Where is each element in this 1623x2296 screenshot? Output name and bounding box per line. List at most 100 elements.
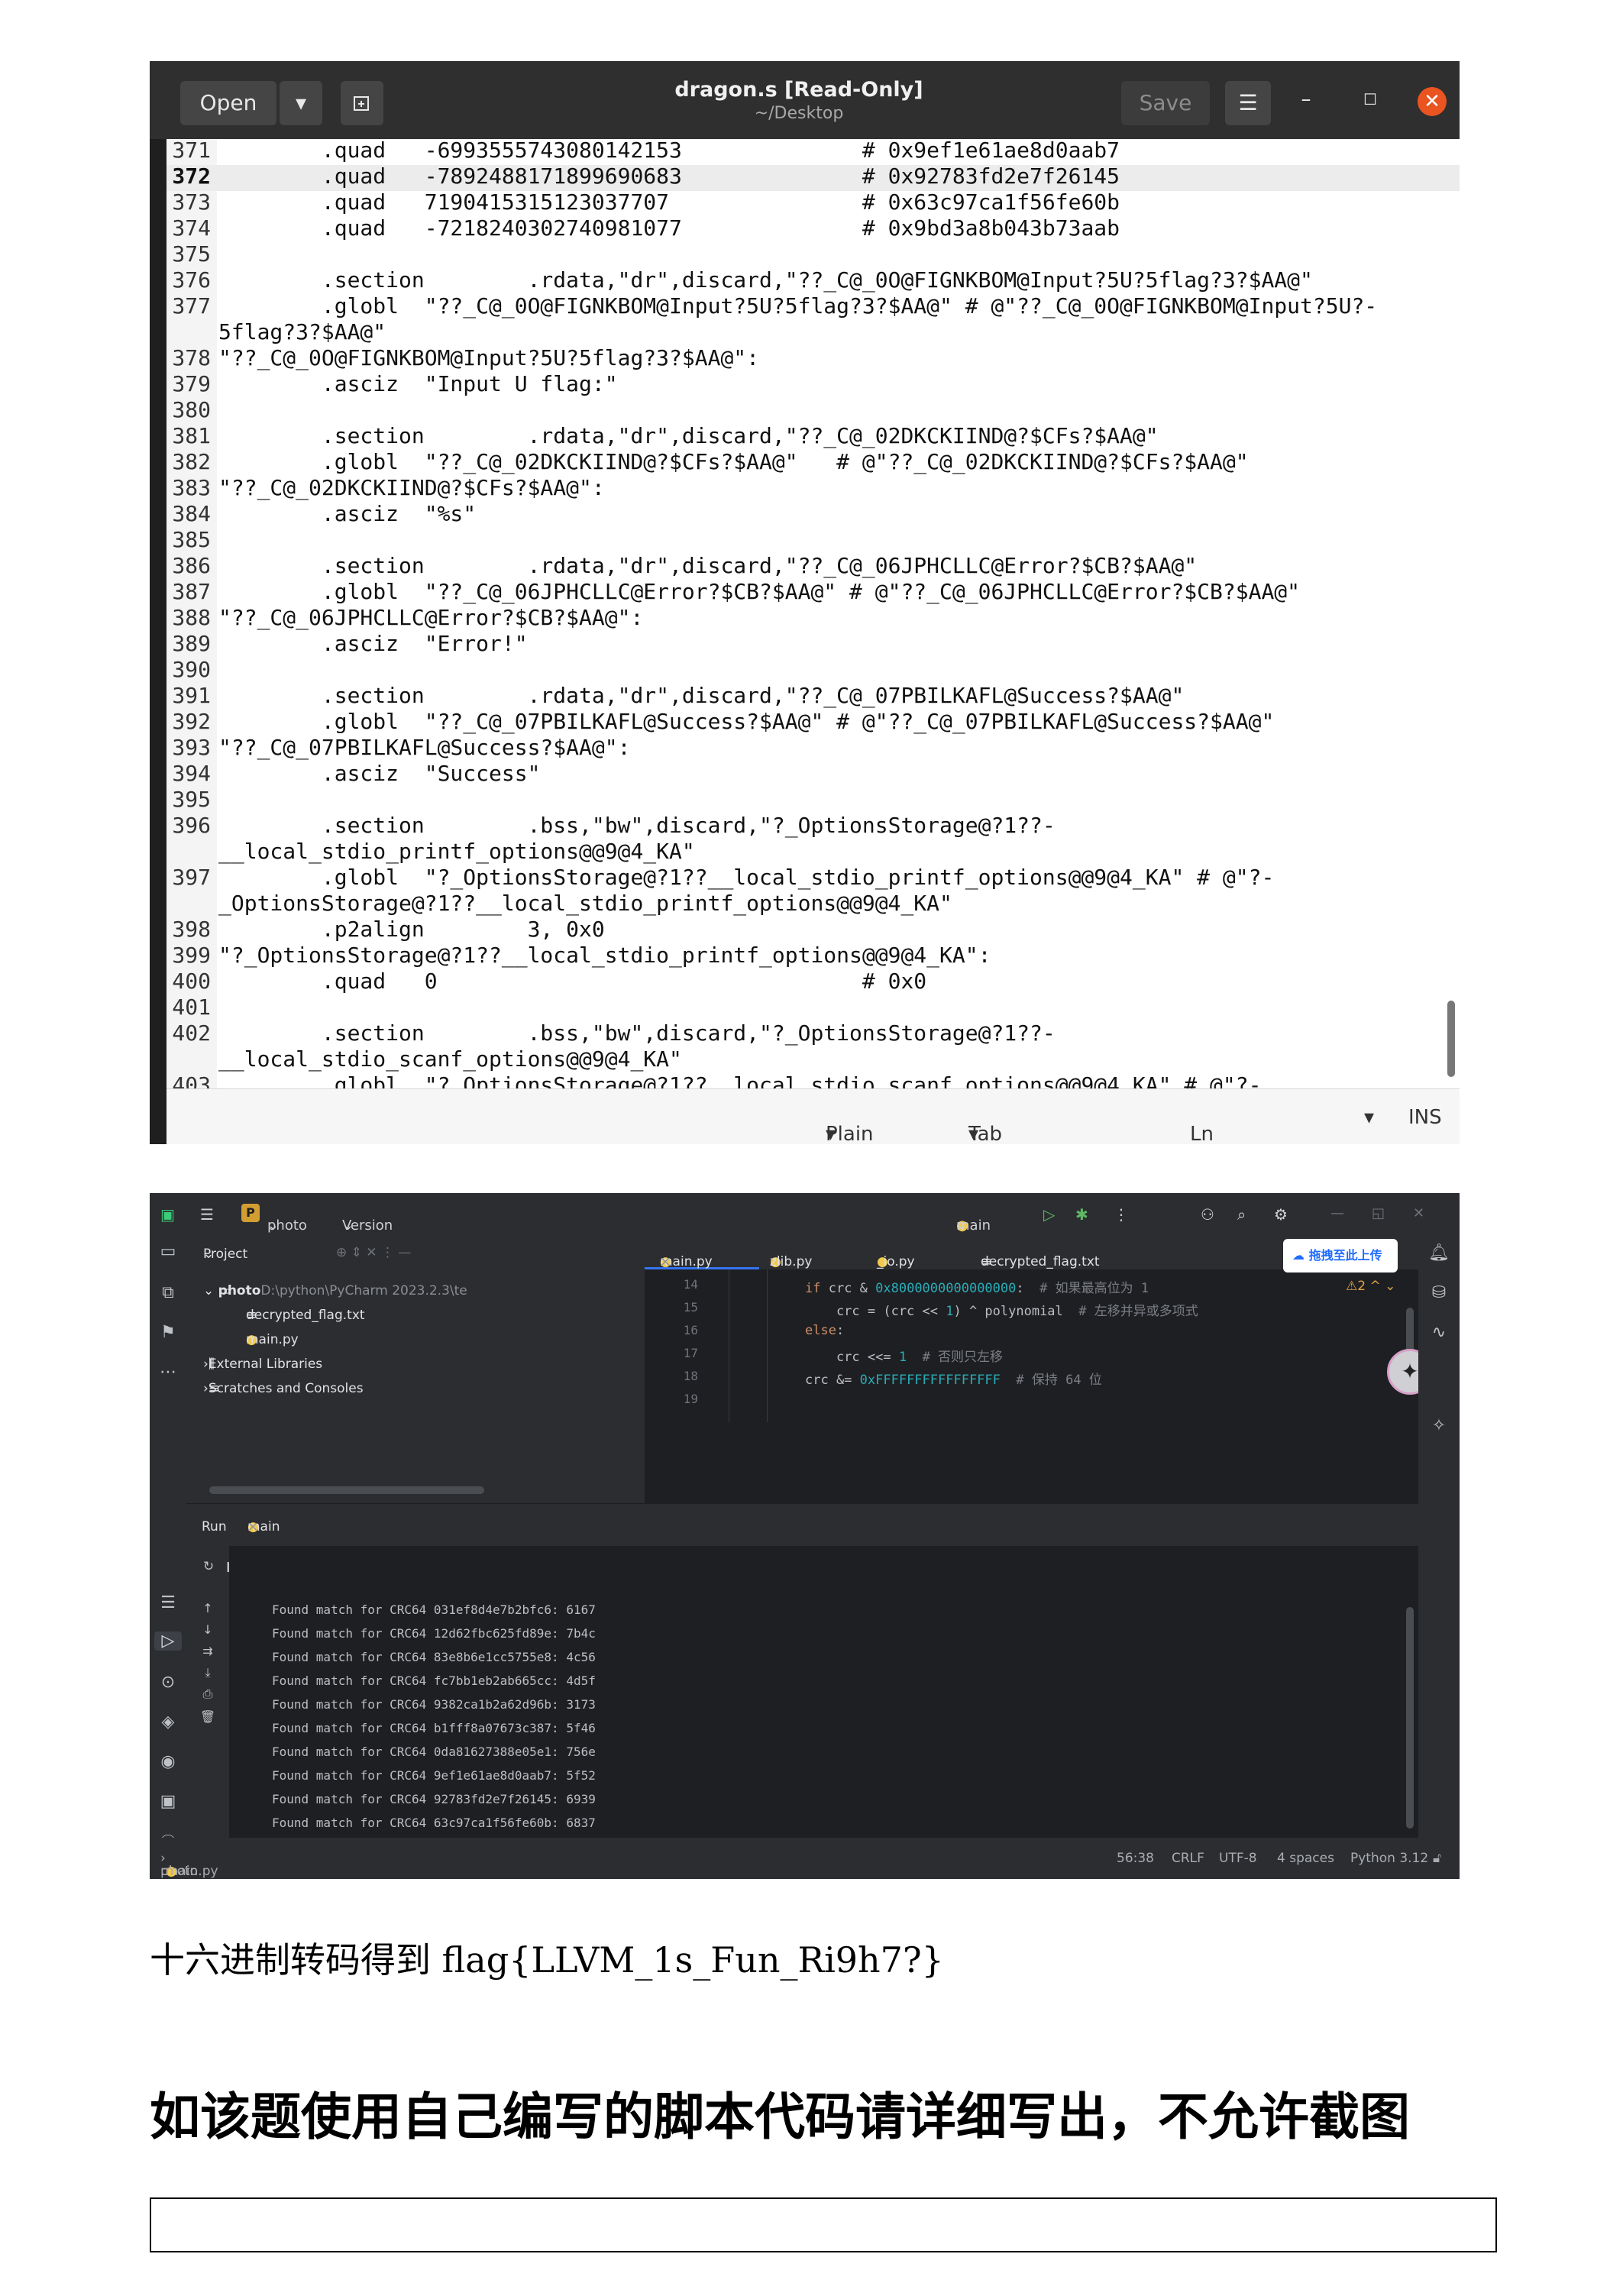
- number-literal: 1: [946, 1304, 954, 1319]
- trash-icon[interactable]: 🗑︎: [194, 1709, 221, 1724]
- horizontal-scrollbar[interactable]: [209, 1486, 484, 1494]
- indent-setting[interactable]: 4 spaces: [1277, 1851, 1334, 1866]
- code-line: .section .rdata,"dr",discard,"??_C@_0O@F…: [218, 267, 1313, 293]
- notifications-icon[interactable]: 🔔︎: [1425, 1243, 1453, 1263]
- more-actions-icon[interactable]: ⋮: [1114, 1205, 1129, 1224]
- rerun-icon[interactable]: ↻: [203, 1559, 214, 1574]
- caret-position[interactable]: 56:38: [1117, 1851, 1154, 1866]
- code-line: crc &= 0xFFFFFFFFFFFFFFFF # 保持 64 位: [805, 1369, 1102, 1388]
- run-console-output[interactable]: Found match for CRC64 031ef8d4e7b2bfc6: …: [229, 1546, 1418, 1877]
- interpreter[interactable]: Python 3.12: [1350, 1851, 1428, 1866]
- breadcrumb[interactable]: ▫ photo › ● main.py: [160, 1851, 218, 1879]
- code-text: :: [1016, 1281, 1040, 1296]
- console-line: Found match for CRC64 12d62fbc625fd89e: …: [272, 1626, 596, 1641]
- maximize-icon[interactable]: ◱: [1372, 1205, 1385, 1221]
- console-line: Found match for CRC64 b1fff8a07673c387: …: [272, 1721, 596, 1735]
- file-encoding[interactable]: UTF-8: [1219, 1851, 1257, 1866]
- vertical-scrollbar[interactable]: [1447, 139, 1458, 1088]
- line-separator[interactable]: CRLF: [1172, 1851, 1204, 1866]
- maximize-button[interactable]: ☐: [1352, 81, 1389, 118]
- line-number: 16: [683, 1323, 698, 1337]
- upload-drop-button[interactable]: ☁ 拖拽至此上传: [1283, 1239, 1398, 1273]
- console-line: Found match for CRC64 9382ca1b2a62d96b: …: [272, 1697, 596, 1712]
- sciview-icon[interactable]: ∿: [1425, 1323, 1453, 1342]
- print-icon[interactable]: ⎙: [194, 1686, 221, 1702]
- project-panel-title[interactable]: Project ⌄: [203, 1247, 247, 1262]
- save-button[interactable]: Save: [1121, 81, 1210, 125]
- database-icon[interactable]: ⛁: [1425, 1283, 1453, 1302]
- new-tab-button[interactable]: [341, 81, 383, 125]
- open-button[interactable]: Open: [180, 81, 276, 125]
- cursor-position-label: Ln 372, Col 43: [1190, 1123, 1214, 1144]
- instruction-heading: 如该题使用自己编写的脚本代码请详细写出，不允许截图: [150, 2087, 1410, 2146]
- chevron-down-icon: ⌄: [267, 1218, 280, 1234]
- code-text: crc <<=: [805, 1350, 899, 1365]
- keyword: else: [805, 1323, 836, 1338]
- structure-icon[interactable]: ⧉: [154, 1283, 182, 1302]
- scroll-up-icon[interactable]: ↑: [194, 1601, 221, 1615]
- more-tools-icon[interactable]: ⋯: [154, 1363, 182, 1382]
- add-user-icon[interactable]: ⚇: [1201, 1205, 1214, 1224]
- chevron-down-icon[interactable]: ▾: [1364, 1106, 1374, 1129]
- tree-root-path: D:\python\PyCharm 2023.2.3\te: [260, 1283, 467, 1298]
- scroll-down-icon[interactable]: ↓: [194, 1622, 221, 1637]
- terminal-icon[interactable]: ▣: [154, 1792, 182, 1811]
- main-menu-button[interactable]: ☰: [1225, 81, 1271, 125]
- console-line: Found match for CRC64 92783fd2e7f26145: …: [272, 1792, 596, 1806]
- minimize-icon: –: [1301, 88, 1311, 111]
- python-packages-icon[interactable]: ⊙: [154, 1673, 182, 1692]
- layers-icon[interactable]: ◈: [154, 1712, 182, 1732]
- debug-icon[interactable]: ✱: [1075, 1205, 1088, 1224]
- search-icon[interactable]: ⌕: [1237, 1205, 1246, 1224]
- tree-root[interactable]: ⌄ ▭ photo D:\python\PyCharm 2023.2.3\te: [203, 1283, 467, 1298]
- code-text: ) ^ polynomial: [953, 1304, 1079, 1319]
- lock-icon[interactable]: 🔓︎: [1433, 1851, 1441, 1866]
- code-line: .quad 0 # 0x0: [218, 969, 927, 994]
- chevron-down-icon: ▾: [826, 1123, 836, 1144]
- tree-item-scratches[interactable]: › ≡ Scratches and Consoles: [203, 1381, 364, 1396]
- close-tab-icon[interactable]: ×: [247, 1519, 258, 1534]
- indent-guide: [767, 1269, 768, 1422]
- code-line: .globl "?_OptionsStorage@?1??__local_std…: [218, 1072, 1262, 1088]
- code-line: .globl "??_C@_02DKCKIIND@?$CFs?$AA@" # @…: [218, 449, 1249, 474]
- minimize-icon[interactable]: —: [1330, 1205, 1344, 1221]
- close-icon[interactable]: ✕: [1413, 1205, 1424, 1221]
- console-scrollbar[interactable]: [1406, 1607, 1414, 1829]
- close-tab-icon[interactable]: ×: [660, 1254, 671, 1269]
- run-icon[interactable]: ▷: [1043, 1205, 1055, 1224]
- bookmarks-icon[interactable]: ⚑: [154, 1323, 182, 1342]
- code-line: .globl "?_OptionsStorage@?1??__local_std…: [218, 865, 1275, 890]
- number-literal: 0x8000000000000000: [875, 1281, 1017, 1296]
- console-line: Found match for CRC64 fc7bb1eb2ab665cc: …: [272, 1673, 596, 1688]
- breadcrumb-file: main.py: [165, 1864, 218, 1879]
- code-line: .globl "??_C@_07PBILKAFL@Success?$AA@" #…: [218, 709, 1275, 734]
- panel-options-icon[interactable]: ⊕ ⇕ ✕ ⋮ —: [336, 1245, 411, 1260]
- python-console-icon[interactable]: ◉: [154, 1752, 182, 1771]
- tree-item-external-libraries[interactable]: › ⫼ External Libraries: [203, 1357, 322, 1372]
- answer-box[interactable]: [150, 2197, 1497, 2252]
- run-tool-icon[interactable]: ▷: [154, 1631, 182, 1651]
- comment: # 左移并异或多项式: [1078, 1304, 1198, 1319]
- code-line: .section .rdata,"dr",discard,"??_C@_06JP…: [218, 553, 1198, 578]
- chevron-down-icon: ⌄: [956, 1218, 968, 1234]
- services-icon[interactable]: ☰: [154, 1593, 182, 1612]
- minimize-button[interactable]: –: [1288, 81, 1324, 118]
- console-line: Found match for CRC64 83e8b6e1cc5755e8: …: [272, 1650, 596, 1664]
- project-folder-icon[interactable]: ▭: [154, 1242, 182, 1261]
- code-text: crc &: [820, 1281, 876, 1296]
- project-badge: P: [241, 1204, 260, 1222]
- window-title: dragon.s [Read-Only]: [674, 78, 923, 102]
- code-editor[interactable]: 371 .quad -6993555743080142153 # 0x9ef1e…: [150, 139, 1460, 1088]
- code-line: __local_stdio_printf_options@@9@4_KA": [218, 839, 695, 864]
- close-button[interactable]: ✕: [1418, 87, 1447, 116]
- soft-wrap-icon[interactable]: ⇉: [194, 1644, 221, 1658]
- warnings-indicator[interactable]: ⚠2 ^ ⌄: [1346, 1279, 1395, 1294]
- main-menu-icon[interactable]: ☰: [200, 1205, 214, 1224]
- settings-gear-icon[interactable]: ⚙: [1274, 1205, 1288, 1224]
- scroll-to-end-icon[interactable]: ⤓: [194, 1665, 221, 1680]
- ai-assistant-icon[interactable]: ✧: [1425, 1416, 1453, 1435]
- python-editor[interactable]: 14 15 16 17 18 19 if crc & 0x80000000000…: [645, 1269, 1418, 1503]
- open-dropdown-button[interactable]: ▾: [280, 81, 322, 125]
- scrollbar-thumb[interactable]: [1447, 1001, 1455, 1077]
- editor-gutter: 14 15 16 17 18 19: [645, 1269, 706, 1503]
